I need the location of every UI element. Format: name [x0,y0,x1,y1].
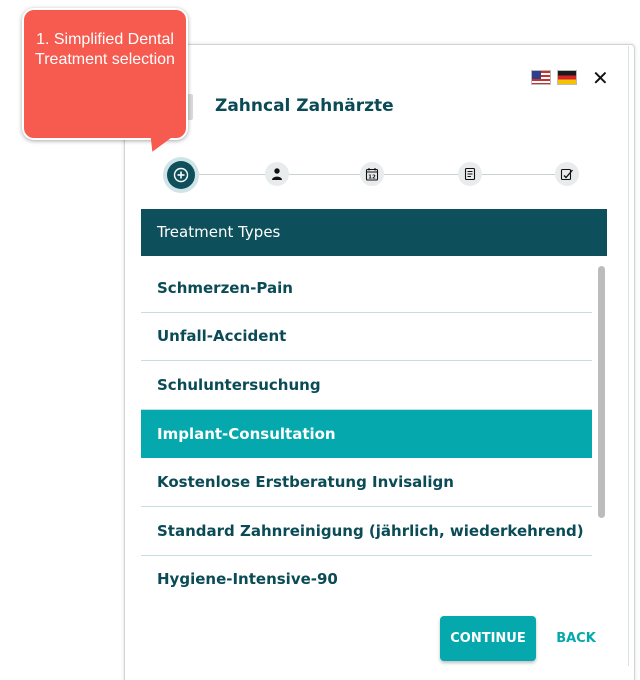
us-flag-icon[interactable] [531,70,551,85]
list-item[interactable]: Hygiene-Intensive-90 [141,556,592,600]
plus-circle-icon [173,167,189,183]
language-switcher [531,70,577,85]
continue-button[interactable]: CONTINUE [440,616,536,661]
list-scrollbar[interactable] [598,266,605,518]
annotation-callout [22,8,188,140]
treatment-types-header: Treatment Types [141,209,607,256]
signature-icon [560,168,573,181]
list-item[interactable]: Standard Zahnreinigung (jährlich, wieder… [141,507,592,556]
callout-text: 1. Simplified Dental Treatment selection [35,31,175,68]
list-item[interactable]: Unfall-Accident [141,313,592,362]
treatment-list: Schmerzen-Pain Unfall-Accident Schulunte… [141,264,592,600]
step-confirm[interactable] [555,162,579,186]
back-button[interactable]: BACK [546,616,606,661]
list-item-selected[interactable]: Implant-Consultation [141,409,592,459]
calendar-icon: 12 [365,168,379,181]
calendar-day-label: 12 [368,175,376,181]
step-personal[interactable] [265,162,289,186]
close-icon[interactable]: ✕ [592,68,609,88]
list-item[interactable]: Schuluntersuchung [141,361,592,410]
document-icon [464,167,476,181]
person-icon [272,168,282,180]
dialog-edge [628,46,629,666]
step-treatment[interactable] [167,161,195,189]
german-flag-icon[interactable] [557,70,577,85]
step-forms[interactable] [458,162,482,186]
list-item[interactable]: Kostenlose Erstberatung Invisalign [141,458,592,507]
page-title: Zahncal Zahnärzte [215,96,394,116]
list-item[interactable]: Schmerzen-Pain [141,264,592,313]
step-date[interactable]: 12 [360,162,384,186]
